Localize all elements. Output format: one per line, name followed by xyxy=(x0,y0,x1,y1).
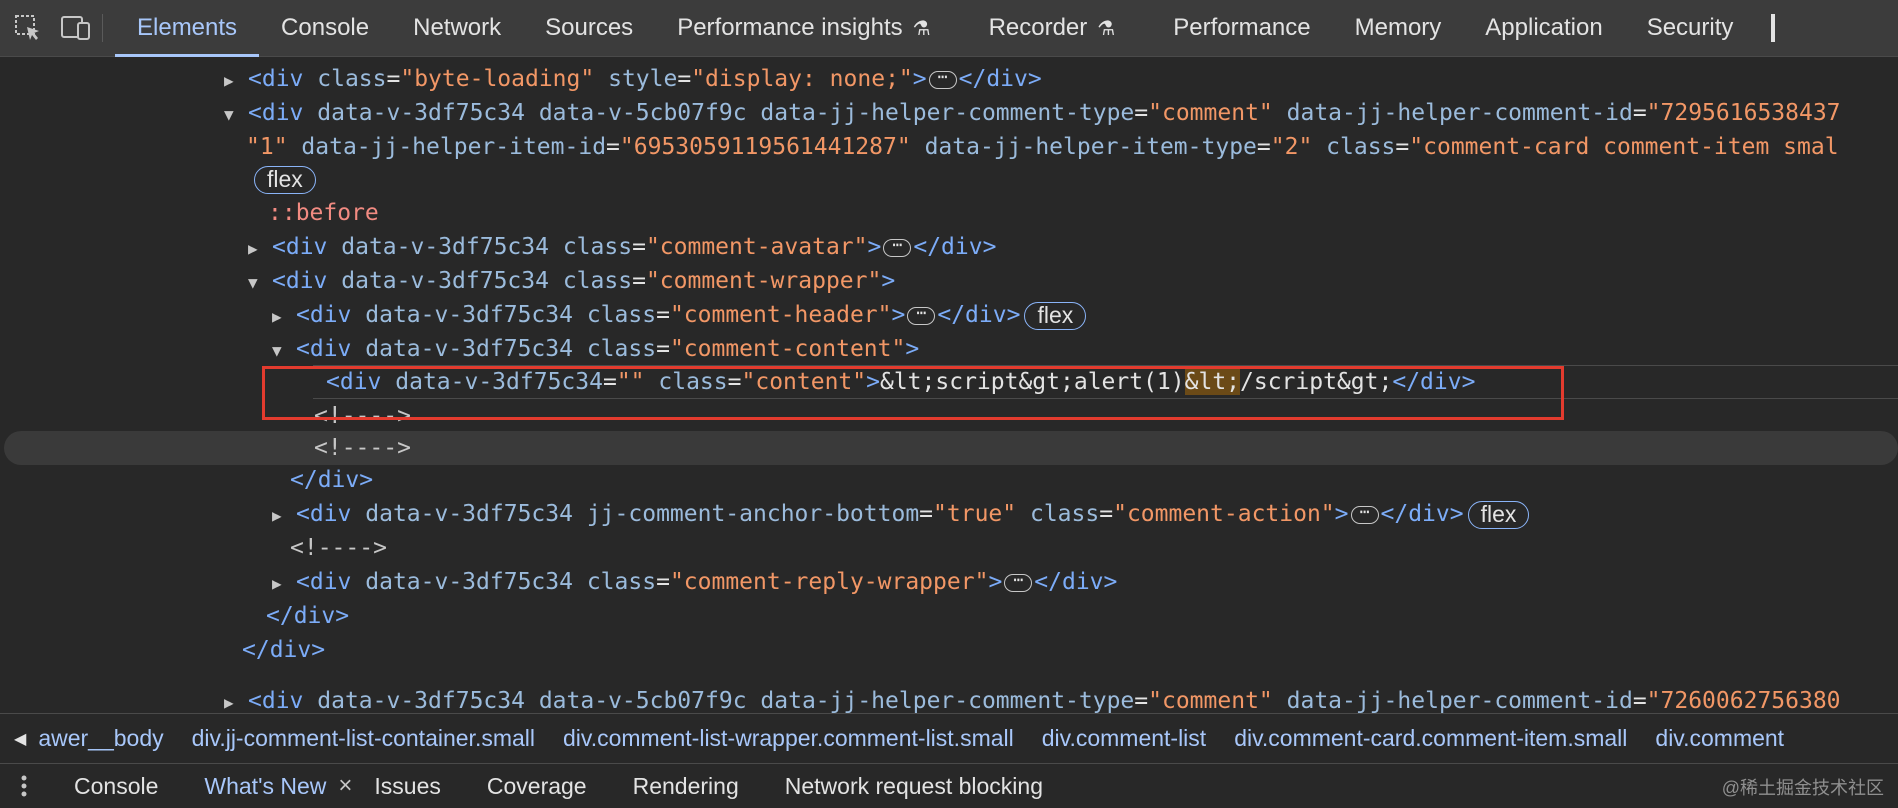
dom-node-comment-content[interactable]: ▼ <div data-v-3df75c34 class="comment-con… xyxy=(0,332,1898,366)
flask-icon: ⚗ xyxy=(1097,17,1116,40)
breadcrumb-scroll-left-icon[interactable]: ◀ xyxy=(0,729,38,749)
dom-comment[interactable]: <!----> xyxy=(4,431,1898,465)
tab-application[interactable]: Application xyxy=(1463,0,1624,57)
tab-memory[interactable]: Memory xyxy=(1333,0,1464,57)
expand-triangle-icon[interactable]: ▶ xyxy=(272,499,296,533)
breadcrumb-item[interactable]: awer__body xyxy=(38,725,163,752)
tab-sources[interactable]: Sources xyxy=(523,0,655,57)
tab-security[interactable]: Security xyxy=(1625,0,1756,57)
panel-tabs: Elements Console Network Sources Perform… xyxy=(115,0,1776,57)
tab-performance-insights[interactable]: Performance insights ⚗ xyxy=(655,0,952,57)
ellipsis-icon[interactable]: ⋯ xyxy=(883,236,912,257)
devtools-toolbar: Elements Console Network Sources Perform… xyxy=(0,0,1898,57)
breadcrumb-item[interactable]: div.jj-comment-list-container.small xyxy=(192,725,535,752)
watermark: @稀土掘金技术社区 xyxy=(1721,778,1884,798)
dom-node-comment-avatar[interactable]: ▶ <div data-v-3df75c34 class="comment-ava… xyxy=(0,230,1898,264)
dom-node-byte-loading[interactable]: ▶ <div class="byte-loading" style="displa… xyxy=(0,62,1898,96)
expand-triangle-icon[interactable]: ▶ xyxy=(224,64,248,98)
flex-badge[interactable]: flex xyxy=(1467,500,1530,529)
tab-elements[interactable]: Elements xyxy=(115,0,260,57)
expand-triangle-icon[interactable]: ▶ xyxy=(272,567,296,601)
dom-node-comment-reply-wrapper[interactable]: ▶ <div data-v-3df75c34 class="comment-rep… xyxy=(0,565,1898,599)
tab-recorder[interactable]: Recorder ⚗ xyxy=(953,0,1138,57)
drawer-tab-whats-new[interactable]: What's New × xyxy=(204,772,352,800)
drawer-tab-rendering[interactable]: Rendering xyxy=(633,773,739,800)
ellipsis-icon[interactable]: ⋯ xyxy=(907,304,936,325)
dom-close-div[interactable]: </div> xyxy=(0,463,1898,497)
dom-node-comment-action[interactable]: ▶ <div data-v-3df75c34 jj-comment-anchor-… xyxy=(0,497,1898,531)
dom-node-comment-wrapper[interactable]: ▼ <div data-v-3df75c34 class="comment-wra… xyxy=(0,264,1898,298)
drawer-menu-icon[interactable] xyxy=(0,774,48,798)
breadcrumb-item[interactable]: div.comment-list xyxy=(1042,725,1206,752)
expand-triangle-icon[interactable]: ▶ xyxy=(248,232,272,266)
drawer-tabbar: Console What's New × Issues Coverage Rend… xyxy=(0,763,1898,808)
ellipsis-icon[interactable]: ⋯ xyxy=(928,68,957,89)
device-toolbar-icon[interactable] xyxy=(56,0,96,57)
dom-comment[interactable]: <!----> xyxy=(0,531,1898,565)
close-icon[interactable]: × xyxy=(338,772,352,800)
breadcrumb-item[interactable]: div.comment xyxy=(1655,725,1784,752)
ellipsis-icon[interactable]: ⋯ xyxy=(1350,503,1379,524)
pseudo-before[interactable]: ::before xyxy=(0,196,1898,230)
expand-triangle-icon[interactable]: ▶ xyxy=(224,691,248,713)
tab-console[interactable]: Console xyxy=(259,0,391,57)
drawer-tab-console[interactable]: Console xyxy=(74,773,158,800)
dom-node-comment-header[interactable]: ▶ <div data-v-3df75c34 class="comment-hea… xyxy=(0,298,1898,332)
ellipsis-icon[interactable]: ⋯ xyxy=(1004,571,1033,592)
breadcrumb-item[interactable]: div.comment-card.comment-item.small xyxy=(1234,725,1627,752)
dom-close-div[interactable]: </div> xyxy=(0,599,1898,633)
drawer-tab-issues[interactable]: Issues xyxy=(374,773,440,800)
more-tabs-icon[interactable] xyxy=(1771,14,1776,42)
inspect-element-icon[interactable] xyxy=(0,0,56,57)
flex-badge[interactable]: flex xyxy=(1024,301,1087,330)
breadcrumb: ◀ awer__body div.jj-comment-list-contain… xyxy=(0,713,1898,763)
annotation-highlight-box xyxy=(262,366,1564,420)
dom-close-div[interactable]: </div> xyxy=(0,633,1898,667)
drawer-tab-network-request-blocking[interactable]: Network request blocking xyxy=(785,773,1043,800)
flex-row: flex xyxy=(0,162,1898,196)
tab-network[interactable]: Network xyxy=(391,0,523,57)
flask-icon: ⚗ xyxy=(912,17,931,40)
dom-node-comment-card-cont: "1" data-jj-helper-item-id="695305911956… xyxy=(246,134,1839,160)
flex-badge[interactable]: flex xyxy=(254,165,316,194)
collapse-triangle-icon[interactable]: ▼ xyxy=(224,98,248,132)
dom-node-comment-card[interactable]: ▼ <div data-v-3df75c34 data-v-5cb07f9c da… xyxy=(0,96,1898,130)
toolbar-divider xyxy=(102,14,103,42)
expand-triangle-icon[interactable]: ▶ xyxy=(272,300,296,334)
tab-performance[interactable]: Performance xyxy=(1137,0,1332,57)
breadcrumb-item[interactable]: div.comment-list-wrapper.comment-list.sm… xyxy=(563,725,1014,752)
dom-node-next-comment-card[interactable]: ▶ <div data-v-3df75c34 data-v-5cb07f9c da… xyxy=(0,689,1898,713)
collapse-triangle-icon[interactable]: ▼ xyxy=(272,334,296,368)
collapse-triangle-icon[interactable]: ▼ xyxy=(248,266,272,300)
drawer-tab-coverage[interactable]: Coverage xyxy=(487,773,587,800)
